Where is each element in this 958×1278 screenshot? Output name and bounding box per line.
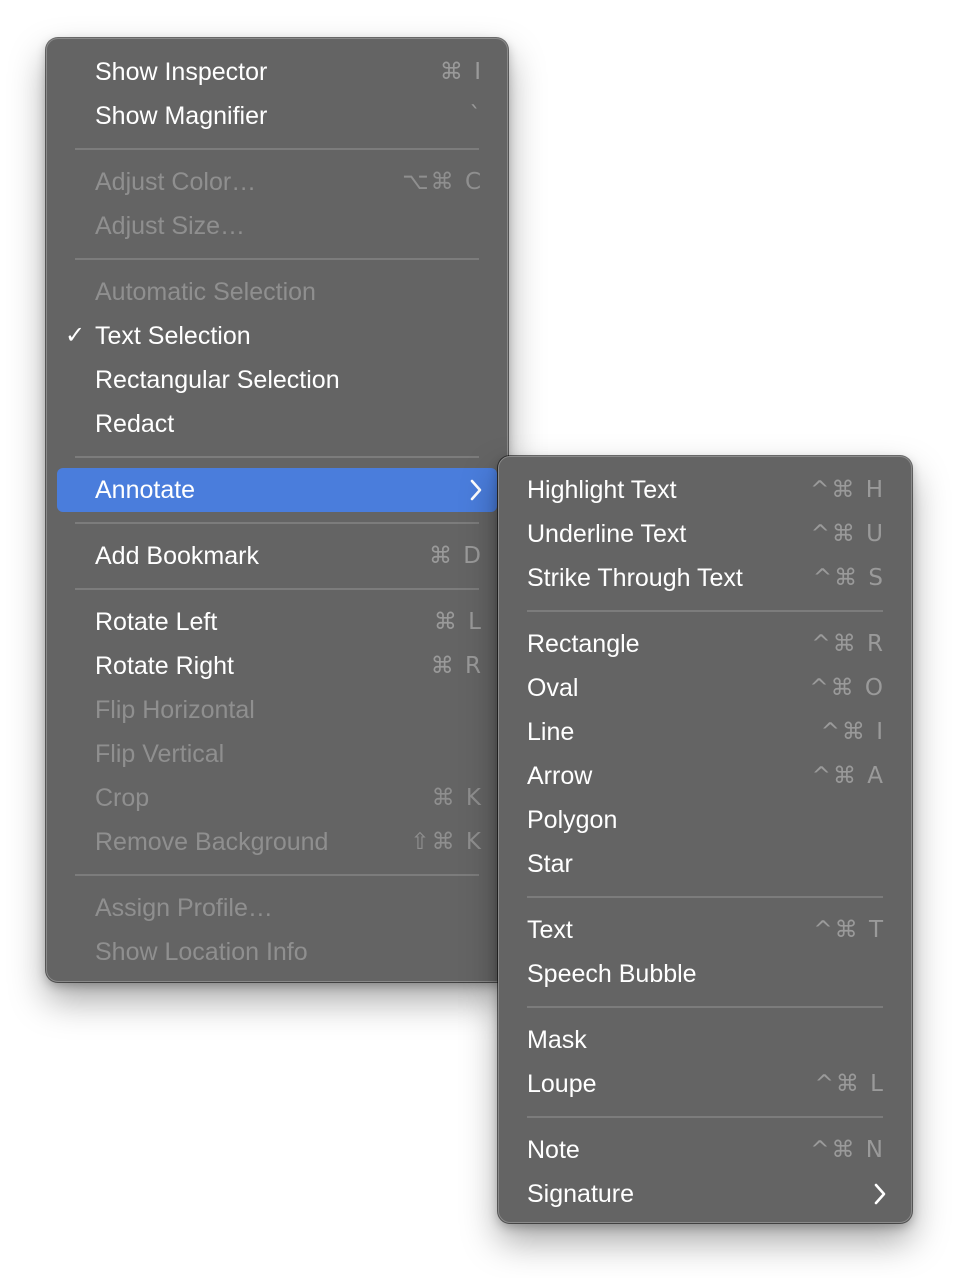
menu-item-label: Redact bbox=[95, 410, 175, 438]
context-menu: Show Inspector ⌘ I Show Magnifier ` Adju… bbox=[46, 38, 508, 982]
menu-item-show-inspector[interactable]: Show Inspector ⌘ I bbox=[47, 50, 507, 94]
menu-item-label: Automatic Selection bbox=[95, 278, 316, 306]
menu-item-crop: Crop ⌘ K bbox=[47, 776, 507, 820]
menu-separator bbox=[47, 446, 507, 468]
menu-item-label: Strike Through Text bbox=[527, 564, 743, 592]
menu-item-rotate-left[interactable]: Rotate Left ⌘ L bbox=[47, 600, 507, 644]
menu-item-label: Rectangle bbox=[527, 630, 640, 658]
submenu-item-underline-text[interactable]: Underline Text ^⌘ U bbox=[499, 512, 911, 556]
menu-item-adjust-size: Adjust Size… bbox=[47, 204, 507, 248]
menu-separator bbox=[47, 138, 507, 160]
menu-item-label: Show Inspector bbox=[95, 58, 268, 86]
menu-item-label: Crop bbox=[95, 784, 150, 812]
chevron-right-icon bbox=[873, 1172, 887, 1205]
menu-item-label: Adjust Color… bbox=[95, 168, 257, 196]
menu-item-label: Show Magnifier bbox=[95, 102, 268, 130]
shortcut-hint: ^⌘ I bbox=[820, 719, 885, 745]
menu-item-label: Show Location Info bbox=[95, 938, 308, 966]
menu-item-show-location-info: Show Location Info bbox=[47, 930, 507, 974]
menu-item-label: Rectangular Selection bbox=[95, 366, 340, 394]
menu-item-assign-profile: Assign Profile… bbox=[47, 886, 507, 930]
menu-item-rectangular-selection[interactable]: Rectangular Selection bbox=[47, 358, 507, 402]
shortcut-hint: ⌘ I bbox=[439, 59, 483, 85]
submenu-item-highlight-text[interactable]: Highlight Text ^⌘ H bbox=[499, 468, 911, 512]
checkmark-icon: ✓ bbox=[65, 322, 86, 349]
shortcut-hint: ^⌘ N bbox=[810, 1137, 885, 1163]
menu-item-label: Loupe bbox=[527, 1070, 597, 1098]
shortcut-hint: ^⌘ S bbox=[812, 565, 885, 591]
menu-item-annotate[interactable]: Annotate bbox=[57, 468, 497, 512]
submenu-item-rectangle[interactable]: Rectangle ^⌘ R bbox=[499, 622, 911, 666]
menu-item-label: Add Bookmark bbox=[95, 542, 259, 570]
menu-item-label: Note bbox=[527, 1136, 580, 1164]
annotate-submenu: Highlight Text ^⌘ H Underline Text ^⌘ U … bbox=[498, 456, 912, 1223]
menu-item-automatic-selection: Automatic Selection bbox=[47, 270, 507, 314]
shortcut-hint: ` bbox=[469, 103, 483, 129]
menu-item-label: Text bbox=[527, 916, 573, 944]
menu-item-label: Star bbox=[527, 850, 573, 878]
menu-item-label: Flip Horizontal bbox=[95, 696, 255, 724]
menu-separator bbox=[499, 1106, 911, 1128]
menu-item-text-selection[interactable]: ✓ Text Selection bbox=[47, 314, 507, 358]
shortcut-hint: ^⌘ T bbox=[813, 917, 885, 943]
shortcut-hint: ⌥⌘ C bbox=[402, 169, 483, 195]
menu-item-label: Rotate Right bbox=[95, 652, 234, 680]
menu-item-add-bookmark[interactable]: Add Bookmark ⌘ D bbox=[47, 534, 507, 578]
menu-item-label: Rotate Left bbox=[95, 608, 218, 636]
menu-item-label: Assign Profile… bbox=[95, 894, 273, 922]
menu-item-label: Text Selection bbox=[95, 322, 251, 350]
submenu-item-text[interactable]: Text ^⌘ T bbox=[499, 908, 911, 952]
shortcut-hint: ^⌘ O bbox=[809, 675, 885, 701]
menu-item-label: Underline Text bbox=[527, 520, 687, 548]
shortcut-hint: ⌘ K bbox=[431, 785, 483, 811]
menu-item-flip-vertical: Flip Vertical bbox=[47, 732, 507, 776]
submenu-item-oval[interactable]: Oval ^⌘ O bbox=[499, 666, 911, 710]
menu-separator bbox=[47, 864, 507, 886]
submenu-item-line[interactable]: Line ^⌘ I bbox=[499, 710, 911, 754]
menu-item-label: Oval bbox=[527, 674, 579, 702]
menu-separator bbox=[499, 600, 911, 622]
menu-item-label: Arrow bbox=[527, 762, 593, 790]
shortcut-hint: ^⌘ R bbox=[811, 631, 885, 657]
shortcut-hint: ⌘ D bbox=[428, 543, 483, 569]
shortcut-hint: ⌘ R bbox=[430, 653, 483, 679]
menu-item-label: Flip Vertical bbox=[95, 740, 225, 768]
menu-separator bbox=[47, 578, 507, 600]
menu-separator bbox=[499, 996, 911, 1018]
submenu-item-polygon[interactable]: Polygon bbox=[499, 798, 911, 842]
menu-item-label: Line bbox=[527, 718, 575, 746]
submenu-item-strike-through-text[interactable]: Strike Through Text ^⌘ S bbox=[499, 556, 911, 600]
submenu-item-signature[interactable]: Signature bbox=[499, 1172, 911, 1216]
submenu-item-note[interactable]: Note ^⌘ N bbox=[499, 1128, 911, 1172]
menu-item-remove-background: Remove Background ⇧⌘ K bbox=[47, 820, 507, 864]
chevron-right-icon bbox=[469, 468, 483, 501]
menu-item-label: Signature bbox=[527, 1180, 635, 1208]
submenu-item-arrow[interactable]: Arrow ^⌘ A bbox=[499, 754, 911, 798]
menu-item-label: Remove Background bbox=[95, 828, 329, 856]
menu-item-flip-horizontal: Flip Horizontal bbox=[47, 688, 507, 732]
menu-item-label: Speech Bubble bbox=[527, 960, 697, 988]
menu-item-label: Mask bbox=[527, 1026, 587, 1054]
menu-separator bbox=[47, 248, 507, 270]
menu-item-rotate-right[interactable]: Rotate Right ⌘ R bbox=[47, 644, 507, 688]
menu-separator bbox=[499, 886, 911, 908]
shortcut-hint: ^⌘ L bbox=[814, 1071, 885, 1097]
shortcut-hint: ^⌘ H bbox=[810, 477, 885, 503]
menu-item-label: Adjust Size… bbox=[95, 212, 246, 240]
shortcut-hint: ⇧⌘ K bbox=[410, 829, 483, 855]
menu-separator bbox=[47, 512, 507, 534]
menu-item-label: Polygon bbox=[527, 806, 618, 834]
shortcut-hint: ^⌘ A bbox=[811, 763, 885, 789]
shortcut-hint: ⌘ L bbox=[433, 609, 483, 635]
menu-item-adjust-color: Adjust Color… ⌥⌘ C bbox=[47, 160, 507, 204]
shortcut-hint: ^⌘ U bbox=[810, 521, 885, 547]
menu-item-label: Annotate bbox=[95, 476, 196, 504]
submenu-item-star[interactable]: Star bbox=[499, 842, 911, 886]
menu-item-redact[interactable]: Redact bbox=[47, 402, 507, 446]
menu-item-label: Highlight Text bbox=[527, 476, 677, 504]
menu-item-show-magnifier[interactable]: Show Magnifier ` bbox=[47, 94, 507, 138]
submenu-item-speech-bubble[interactable]: Speech Bubble bbox=[499, 952, 911, 996]
submenu-item-loupe[interactable]: Loupe ^⌘ L bbox=[499, 1062, 911, 1106]
submenu-item-mask[interactable]: Mask bbox=[499, 1018, 911, 1062]
